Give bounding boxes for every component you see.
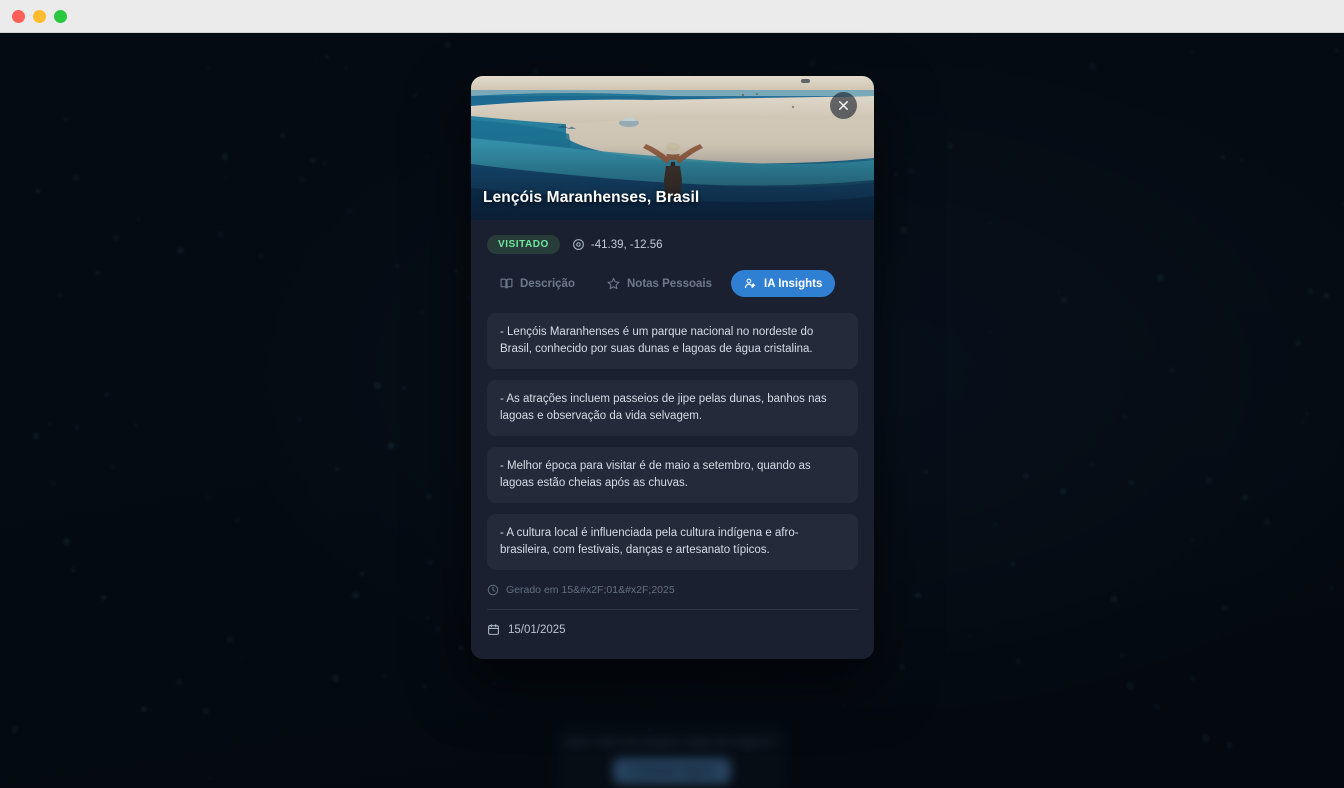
calendar-icon (488, 624, 499, 636)
destination-detail-modal: Lençóis Maranhenses, Brasil VISITADO -41… (471, 76, 874, 659)
window-minimize-button[interactable] (33, 10, 46, 23)
tab-notas-pessoais[interactable]: Notas Pessoais (594, 270, 725, 297)
visit-date-row: 15/01/2025 (471, 610, 874, 636)
tab-ia-insights[interactable]: IA Insights (731, 270, 836, 297)
clock-icon (487, 584, 499, 596)
insight-card: - Melhor época para visitar é de maio a … (487, 447, 858, 504)
browser-chrome (0, 0, 1344, 33)
coordinates-text: -41.39, -12.56 (590, 238, 663, 251)
modal-hero-image: Lençóis Maranhenses, Brasil (471, 76, 874, 220)
window-zoom-button[interactable] (54, 10, 67, 23)
insight-card: - A cultura local é influenciada pela cu… (487, 514, 858, 571)
insight-card: - Lençóis Maranhenses é um parque nacion… (487, 313, 858, 370)
tab-notas-pessoais-label: Notas Pessoais (626, 277, 712, 290)
generated-timestamp-text: Gerado em 15&#x2F;01&#x2F;2025 (506, 584, 675, 597)
book-open-icon (500, 278, 513, 289)
tab-descricao-label: Descrição (520, 277, 575, 290)
coordinates-display: -41.39, -12.56 (572, 238, 663, 251)
visit-date-text: 15/01/2025 (508, 623, 566, 636)
star-icon (607, 277, 620, 290)
tab-descricao[interactable]: Descrição (487, 270, 588, 297)
window-close-button[interactable] (12, 10, 25, 23)
generated-timestamp-row: Gerado em 15&#x2F;01&#x2F;2025 (471, 570, 874, 596)
insight-card: - As atrações incluem passeios de jipe p… (487, 380, 858, 437)
tab-ia-insights-label: IA Insights (764, 277, 823, 290)
modal-meta-row: VISITADO -41.39, -12.56 (471, 220, 874, 254)
modal-tab-bar: Descrição Notas Pessoais IA Insights (471, 254, 874, 297)
window-traffic-lights (12, 10, 67, 23)
close-icon[interactable] (830, 92, 857, 119)
users-ai-icon (744, 278, 756, 289)
ia-insights-panel: - Lençóis Maranhenses é um parque nacion… (471, 297, 874, 571)
status-badge: VISITADO (487, 235, 560, 254)
page-title: Lençóis Maranhenses, Brasil (483, 189, 700, 206)
map-pin-icon (572, 239, 584, 250)
